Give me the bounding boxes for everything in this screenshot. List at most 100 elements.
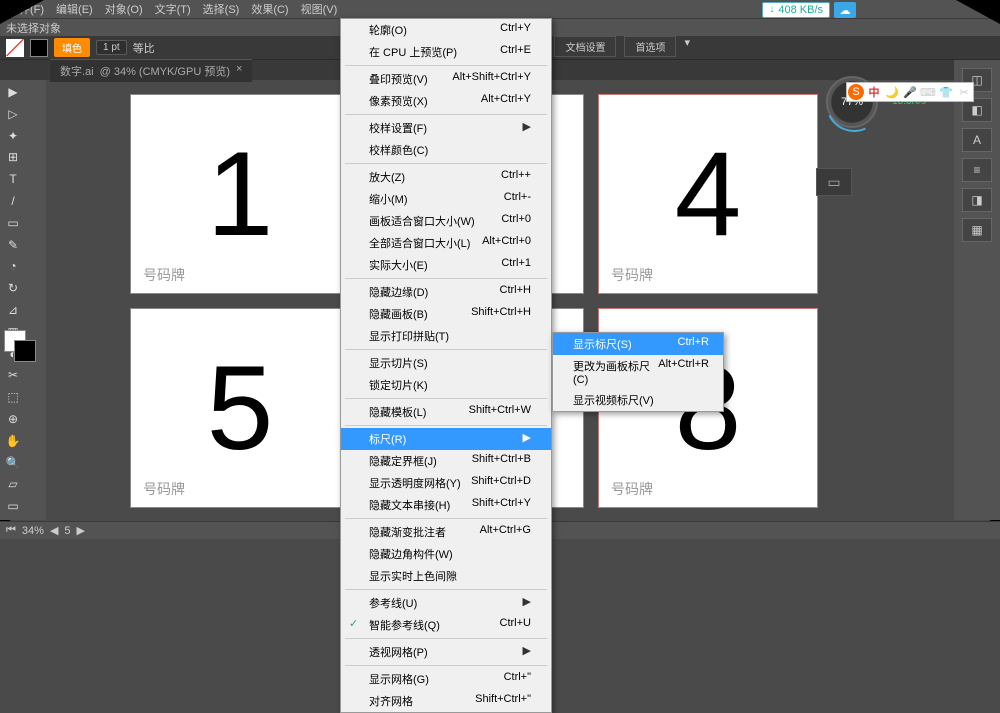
swatch-none-icon[interactable] xyxy=(6,39,24,57)
menu-item[interactable]: 缩小(M)Ctrl+- xyxy=(341,188,551,210)
menu-item[interactable]: 透视网格(P)▶ xyxy=(341,641,551,663)
tool-button[interactable]: ▷ xyxy=(2,104,24,124)
panel-icon[interactable]: ≡ xyxy=(962,158,992,182)
ime-logo-icon[interactable]: S xyxy=(848,84,864,100)
artboard-panel-icon[interactable]: ▭ xyxy=(816,168,852,196)
check-icon: ✓ xyxy=(349,617,358,630)
color-swatch[interactable] xyxy=(4,330,42,352)
menu-item[interactable]: 显示切片(S) xyxy=(341,352,551,374)
menu-item[interactable]: 显示打印拼贴(T) xyxy=(341,325,551,347)
ime-icon[interactable]: ✂ xyxy=(956,84,972,100)
tool-button[interactable]: ▶ xyxy=(2,82,24,102)
nav-prev-icon[interactable]: ◀ xyxy=(50,524,58,537)
tool-button[interactable]: ✦ xyxy=(2,126,24,146)
ime-icon[interactable]: 🌙 xyxy=(884,84,900,100)
submenu-item[interactable]: 更改为画板标尺(C)Alt+Ctrl+R xyxy=(553,355,723,389)
document-tab[interactable]: 数字.ai @ 34% (CMYK/GPU 预览) × xyxy=(50,59,252,82)
menu-item[interactable]: 实际大小(E)Ctrl+1 xyxy=(341,254,551,276)
menu-item[interactable]: 隐藏文本串接(H)Shift+Ctrl+Y xyxy=(341,494,551,516)
tool-button[interactable]: ✎ xyxy=(2,235,24,255)
ime-icon[interactable]: 🎤 xyxy=(902,84,918,100)
menu-item[interactable]: 显示实时上色间隙 xyxy=(341,565,551,587)
fill-button[interactable]: 填色 xyxy=(54,38,90,57)
artboard-number-text: 1 xyxy=(207,125,274,263)
swatch-black-icon[interactable] xyxy=(30,39,48,57)
menu-item[interactable]: 放大(Z)Ctrl++ xyxy=(341,166,551,188)
right-panel-dock: ◫ ◧ A ≡ ◨ ▦ xyxy=(954,60,1000,520)
ime-toolbar[interactable]: S 中🌙🎤⌨👕✂ xyxy=(846,82,974,102)
net-speed-value: 408 KB/s xyxy=(778,4,823,16)
tool-button[interactable]: 🔍 xyxy=(2,453,24,473)
menu-item[interactable]: 隐藏边缘(D)Ctrl+H xyxy=(341,281,551,303)
ime-icon[interactable]: 中 xyxy=(866,84,882,100)
doc-button[interactable]: 首选项 xyxy=(624,36,676,57)
menu-item[interactable]: 在 CPU 上预览(P)Ctrl+E xyxy=(341,41,551,63)
menu-item[interactable]: 参考线(U)▶ xyxy=(341,592,551,614)
tool-button[interactable]: ▭ xyxy=(2,496,24,516)
uniform-dropdown[interactable]: 等比 xyxy=(133,40,155,56)
tool-button[interactable]: ✋ xyxy=(2,431,24,451)
tool-button[interactable]: ▱ xyxy=(2,474,24,494)
cloud-icon[interactable]: ☁ xyxy=(834,2,856,18)
menu-item[interactable]: 隐藏边角构件(W) xyxy=(341,543,551,565)
submenu-item[interactable]: 显示视频标尺(V) xyxy=(553,389,723,411)
tool-button[interactable]: ▭ xyxy=(2,213,24,233)
stroke-weight-field[interactable]: 1 pt xyxy=(96,40,127,55)
menu-item[interactable]: 画板适合窗口大小(W)Ctrl+0 xyxy=(341,210,551,232)
menu-item[interactable]: 编辑(E) xyxy=(52,0,97,19)
tool-button[interactable]: ⊿ xyxy=(2,300,24,320)
menu-item[interactable]: 标尺(R)▶ xyxy=(341,428,551,450)
stroke-swatch[interactable] xyxy=(14,340,36,362)
menu-item[interactable]: 轮廓(O)Ctrl+Y xyxy=(341,19,551,41)
menu-item[interactable]: 文字(T) xyxy=(151,0,195,19)
menu-item[interactable]: 全部适合窗口大小(L)Alt+Ctrl+0 xyxy=(341,232,551,254)
panel-icon[interactable]: ◨ xyxy=(962,188,992,212)
nav-first-icon[interactable]: ⏮ xyxy=(6,524,16,537)
tool-button[interactable]: T xyxy=(2,169,24,189)
menu-item[interactable]: 校样颜色(C) xyxy=(341,139,551,161)
menu-item[interactable]: 选择(S) xyxy=(199,0,244,19)
artboard[interactable]: 1号码牌 xyxy=(130,94,350,294)
menu-item[interactable]: 隐藏画板(B)Shift+Ctrl+H xyxy=(341,303,551,325)
menu-item[interactable]: 显示网格(G)Ctrl+" xyxy=(341,668,551,690)
menu-item[interactable]: 锁定切片(K) xyxy=(341,374,551,396)
doc-button[interactable]: 文档设置 xyxy=(554,36,616,57)
artboard-label: 号码牌 xyxy=(143,479,185,499)
artboard-number[interactable]: 5 xyxy=(64,525,70,537)
menu-item[interactable]: 隐藏定界框(J)Shift+Ctrl+B xyxy=(341,450,551,472)
menu-item[interactable]: 叠印预览(V)Alt+Shift+Ctrl+Y xyxy=(341,68,551,90)
close-tab-icon[interactable]: × xyxy=(236,63,242,79)
tool-button[interactable]: ↻ xyxy=(2,278,24,298)
menu-item[interactable]: 校样设置(F)▶ xyxy=(341,117,551,139)
toolbox: ▶▷✦⊞T/▭✎◔↻⊿▦◐✂⬚⊕✋🔍▱▭ xyxy=(0,80,46,520)
tool-button[interactable]: ◔ xyxy=(2,256,24,276)
tool-button[interactable]: ✂ xyxy=(2,365,24,385)
menu-item[interactable]: 效果(C) xyxy=(247,0,292,19)
menu-item[interactable]: 隐藏模板(L)Shift+Ctrl+W xyxy=(341,401,551,423)
ime-icon[interactable]: 👕 xyxy=(938,84,954,100)
menu-item[interactable]: 隐藏渐变批注者Alt+Ctrl+G xyxy=(341,521,551,543)
artboard[interactable]: 5号码牌 xyxy=(130,308,350,508)
menu-item[interactable]: 对齐网格Shift+Ctrl+" xyxy=(341,690,551,712)
menu-item[interactable]: 视图(V) xyxy=(297,0,342,19)
ime-icon[interactable]: ⌨ xyxy=(920,84,936,100)
menu-item[interactable]: 显示透明度网格(Y)Shift+Ctrl+D xyxy=(341,472,551,494)
menu-item[interactable]: 对象(O) xyxy=(101,0,147,19)
zoom-field[interactable]: 34% xyxy=(22,525,44,537)
tool-button[interactable]: ⊞ xyxy=(2,147,24,167)
tool-button[interactable]: / xyxy=(2,191,24,211)
panel-icon[interactable]: A xyxy=(962,128,992,152)
submenu-item[interactable]: 显示标尺(S)Ctrl+R xyxy=(553,333,723,355)
menu-item[interactable]: 像素预览(X)Alt+Ctrl+Y xyxy=(341,90,551,112)
artboard-label: 号码牌 xyxy=(611,265,653,285)
network-speed-badge: ↓ 408 KB/s xyxy=(762,2,830,18)
tool-button[interactable]: ⊕ xyxy=(2,409,24,429)
menu-item[interactable]: 智能参考线(Q)✓Ctrl+U xyxy=(341,614,551,636)
panel-icon[interactable]: ▦ xyxy=(962,218,992,242)
rulers-submenu[interactable]: 显示标尺(S)Ctrl+R更改为画板标尺(C)Alt+Ctrl+R显示视频标尺(… xyxy=(552,332,724,412)
artboard[interactable]: 4号码牌 xyxy=(598,94,818,294)
tool-button[interactable]: ⬚ xyxy=(2,387,24,407)
dropdown-arrow-icon[interactable]: ▾ xyxy=(684,36,690,57)
nav-next-icon[interactable]: ▶ xyxy=(77,524,85,537)
view-menu[interactable]: 轮廓(O)Ctrl+Y在 CPU 上预览(P)Ctrl+E 叠印预览(V)Alt+… xyxy=(340,18,552,713)
